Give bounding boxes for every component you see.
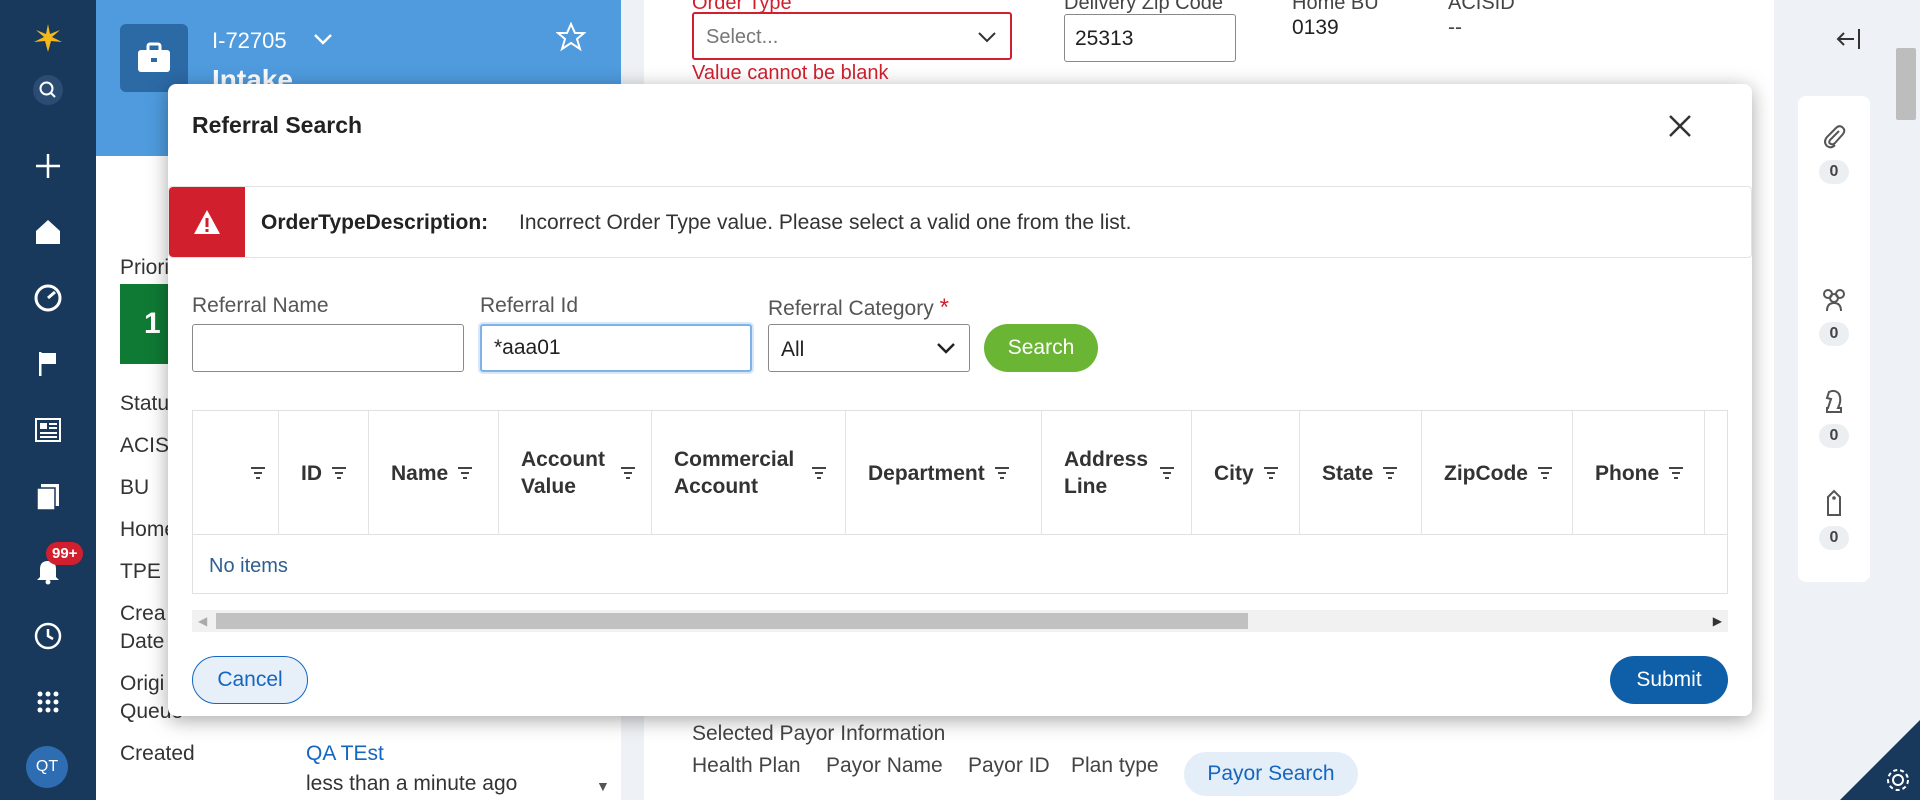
filter-icon[interactable] xyxy=(456,464,474,482)
scrollbar-thumb[interactable] xyxy=(216,613,1248,629)
filter-icon[interactable] xyxy=(810,464,828,482)
referral-search-modal: Referral Search OrderTypeDescription: In… xyxy=(168,84,1752,716)
referral-name-label: Referral Name xyxy=(192,294,329,317)
grid-col-address-line-label: Address Line xyxy=(1064,448,1149,498)
filter-icon[interactable] xyxy=(1158,464,1176,482)
grid-col-commercial-account-label: Commercial Account xyxy=(674,448,795,498)
grid-col-address-line[interactable]: Address Line xyxy=(1042,411,1192,535)
referral-id-label: Referral Id xyxy=(480,294,579,317)
grid-col-account-value[interactable]: Account Value xyxy=(499,411,652,535)
filter-icon[interactable] xyxy=(1262,464,1280,482)
grid-col-city-label: City xyxy=(1214,461,1254,485)
filter-icon[interactable] xyxy=(993,464,1011,482)
referral-category-select[interactable]: All xyxy=(768,324,970,372)
grid-col-department-label: Department xyxy=(868,461,985,485)
referral-id-input[interactable] xyxy=(480,324,752,372)
grid-col-name-label: Name xyxy=(391,461,449,485)
grid-col-phone[interactable]: Phone xyxy=(1573,411,1705,535)
chevron-down-icon xyxy=(933,335,959,367)
grid-col-id-label: ID xyxy=(301,461,322,485)
filter-icon[interactable] xyxy=(330,464,348,482)
submit-button[interactable]: Submit xyxy=(1610,656,1728,704)
grid-col-zipcode[interactable]: ZipCode xyxy=(1422,411,1573,535)
scroll-right-arrow[interactable]: ▶ xyxy=(1713,614,1722,628)
grid-col-id[interactable]: ID xyxy=(279,411,369,535)
grid-col-state-label: State xyxy=(1322,461,1374,485)
filter-icon[interactable] xyxy=(1536,464,1554,482)
grid-horizontal-scrollbar[interactable]: ◀ ▶ xyxy=(192,610,1728,632)
grid-header-row: ID Name Account Value Commercial Account… xyxy=(193,411,1727,535)
grid-col-department[interactable]: Department xyxy=(846,411,1042,535)
referral-category-value: All xyxy=(781,338,805,361)
cancel-button[interactable]: Cancel xyxy=(192,656,308,704)
search-button[interactable]: Search xyxy=(984,324,1098,372)
error-alert: OrderTypeDescription: Incorrect Order Ty… xyxy=(168,186,1752,258)
grid-col-state[interactable]: State xyxy=(1300,411,1422,535)
grid-col-zipcode-label: ZipCode xyxy=(1444,461,1528,485)
grid-col-select[interactable] xyxy=(193,411,279,535)
grid-col-account-value-label: Account Value xyxy=(521,448,605,498)
referral-category-label: Referral Category * xyxy=(768,294,949,322)
empty-state-text: No items xyxy=(209,555,288,577)
modal-title: Referral Search xyxy=(192,112,363,138)
scroll-left-arrow[interactable]: ◀ xyxy=(198,614,207,628)
required-asterisk: * xyxy=(939,294,949,321)
warning-icon xyxy=(169,187,245,257)
referral-name-input[interactable] xyxy=(192,324,464,372)
grid-col-name[interactable]: Name xyxy=(369,411,499,535)
grid-col-phone-label: Phone xyxy=(1595,461,1660,485)
referral-category-text: Referral Category xyxy=(768,297,934,320)
close-icon[interactable] xyxy=(1660,106,1700,146)
filter-icon[interactable] xyxy=(1667,464,1685,482)
referral-results-grid: ID Name Account Value Commercial Account… xyxy=(192,410,1728,594)
filter-icon[interactable] xyxy=(249,464,267,482)
alert-message: Incorrect Order Type value. Please selec… xyxy=(519,211,1132,234)
grid-col-city[interactable]: City xyxy=(1192,411,1300,535)
alert-field-name: OrderTypeDescription: xyxy=(261,211,489,234)
filter-icon[interactable] xyxy=(1381,464,1399,482)
filter-icon[interactable] xyxy=(619,464,637,482)
grid-col-commercial-account[interactable]: Commercial Account xyxy=(652,411,846,535)
